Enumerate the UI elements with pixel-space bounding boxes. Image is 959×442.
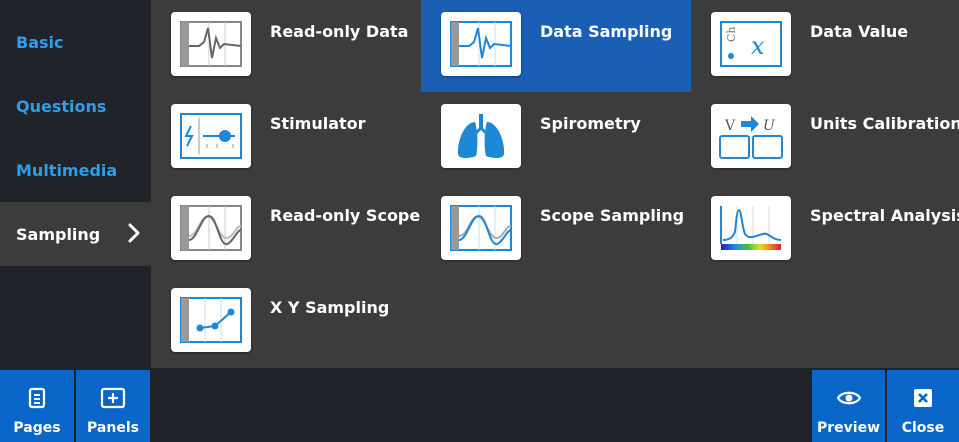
panel-tile-label: Spectral Analysis	[810, 206, 959, 225]
close-button-label: Close	[901, 420, 945, 436]
close-icon	[914, 389, 932, 407]
data-sampling-icon	[441, 12, 521, 76]
preview-button[interactable]: Preview	[812, 370, 885, 442]
sidebar-item-label: Sampling	[16, 224, 101, 244]
pages-button[interactable]: Pages	[0, 370, 74, 442]
panel-tile-label: Data Value	[810, 22, 909, 41]
panel-tile-units-calibration[interactable]: V U Units Calibration	[691, 92, 959, 184]
data-value-icon: Ch x	[711, 12, 791, 76]
eye-icon	[836, 391, 861, 405]
panel-tile-read-only-scope[interactable]: Read-only Scope	[151, 184, 421, 276]
sidebar-item-sampling[interactable]: Sampling	[0, 202, 151, 266]
panel-tile-label: Read-only Data	[270, 22, 409, 41]
panel-tile-label: Spirometry	[540, 114, 641, 133]
category-sidebar: Basic Questions Multimedia Sampling	[0, 0, 151, 368]
sidebar-item-label: Basic	[16, 32, 64, 52]
panel-gallery: Read-only Data Data Sampling Ch x Data V…	[151, 0, 959, 368]
panel-tile-spectral-analysis[interactable]: Spectral Analysis	[691, 184, 959, 276]
panel-tile-label: Scope Sampling	[540, 206, 685, 225]
panel-tile-data-value[interactable]: Ch x Data Value	[691, 0, 959, 92]
preview-button-label: Preview	[816, 420, 880, 436]
svg-text:Ch: Ch	[725, 26, 738, 42]
panel-tile-label: X Y Sampling	[270, 298, 390, 317]
panel-tile-read-only-data[interactable]: Read-only Data	[151, 0, 421, 92]
panel-tile-data-sampling[interactable]: Data Sampling	[421, 0, 691, 92]
sidebar-item-multimedia[interactable]: Multimedia	[0, 138, 151, 202]
sidebar-item-label: Multimedia	[16, 160, 118, 180]
close-button[interactable]: Close	[887, 370, 959, 442]
sidebar-item-basic[interactable]: Basic	[0, 10, 151, 74]
panel-tile-label: Read-only Scope	[270, 206, 421, 225]
panel-tile-label: Stimulator	[270, 114, 366, 133]
read-only-scope-icon	[171, 196, 251, 260]
svg-text:x: x	[751, 32, 765, 60]
panels-button[interactable]: Panels	[76, 370, 150, 442]
panel-tile-xy-sampling[interactable]: X Y Sampling	[151, 276, 421, 368]
pages-icon	[28, 387, 46, 409]
svg-text:V: V	[724, 118, 736, 134]
panel-tile-label: Data Sampling	[540, 22, 673, 41]
read-only-data-icon	[171, 12, 251, 76]
panel-tile-label: Units Calibration	[810, 114, 959, 133]
bottom-toolbar: Pages Panels Preview Close	[0, 368, 959, 442]
panels-button-label: Panels	[87, 420, 139, 436]
lungs-icon	[441, 104, 521, 168]
stimulator-icon	[171, 104, 251, 168]
add-panel-icon	[100, 387, 126, 409]
svg-text:U: U	[763, 118, 776, 134]
chevron-right-icon	[128, 223, 140, 243]
sidebar-item-questions[interactable]: Questions	[0, 74, 151, 138]
scope-sampling-icon	[441, 196, 521, 260]
sidebar-item-label: Questions	[16, 96, 107, 116]
spectral-analysis-icon	[711, 196, 791, 260]
units-calibration-icon: V U	[711, 104, 791, 168]
panel-tile-spirometry[interactable]: Spirometry	[421, 92, 691, 184]
panel-tile-scope-sampling[interactable]: Scope Sampling	[421, 184, 691, 276]
pages-button-label: Pages	[13, 420, 61, 436]
xy-sampling-icon	[171, 288, 251, 352]
panel-tile-stimulator[interactable]: Stimulator	[151, 92, 421, 184]
